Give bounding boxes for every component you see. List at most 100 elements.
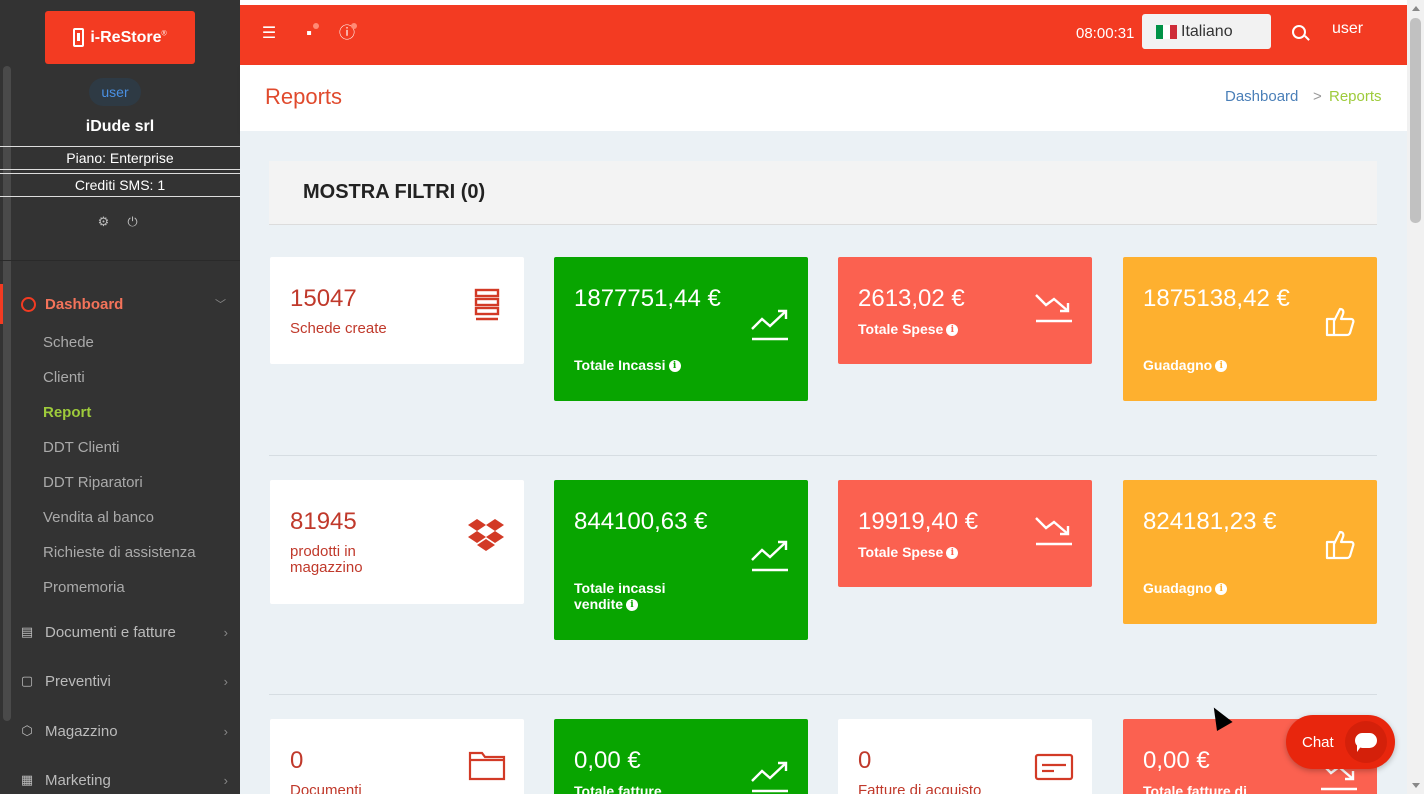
stat-card-totale-incassi-vendite: 844100,63 € Totale incassi vendite i	[554, 480, 808, 640]
stat-label: Totale fatture di	[1143, 783, 1247, 794]
scroll-up-arrow-icon[interactable]	[1412, 6, 1420, 11]
stat-label-row: Totale Spese i	[858, 321, 959, 337]
page-scrollbar[interactable]	[1407, 0, 1424, 794]
stat-value: 0	[858, 747, 872, 774]
search-icon[interactable]	[1292, 25, 1306, 39]
trend-up-icon	[751, 540, 788, 572]
row-divider	[269, 694, 1377, 695]
info-icon[interactable]: i	[946, 547, 959, 560]
stat-label: Totale Incassi	[574, 357, 666, 373]
stat-card-totale-fatture: 0,00 € Totale fatture	[554, 719, 808, 794]
list-icon	[474, 288, 500, 321]
stat-card-guadagno: 1875138,42 € Guadagno i	[1123, 257, 1377, 401]
stat-label-row: Totale Incassi i	[574, 357, 681, 373]
stat-value: 0,00 €	[1143, 747, 1210, 774]
chevron-right-icon: ›	[223, 673, 228, 689]
stat-value: 19919,40 €	[858, 508, 979, 535]
chat-label: Chat	[1302, 734, 1334, 751]
sidebar-subitem-ddt-riparatori[interactable]: DDT Riparatori	[43, 474, 143, 491]
stat-card-schede: 15047 Schede create	[270, 257, 524, 364]
thumbs-up-icon	[1325, 530, 1355, 560]
language-label: Italiano	[1181, 22, 1233, 40]
chevron-right-icon: ›	[223, 723, 228, 739]
logo-button[interactable]: i-ReStore®	[45, 11, 195, 64]
invoice-icon	[1034, 753, 1074, 781]
sidebar-item-preventivi[interactable]: ▢ Preventivi ›	[0, 666, 240, 696]
breadcrumb-reports: Reports	[1329, 88, 1382, 105]
breadcrumb-separator: >	[1313, 88, 1322, 105]
chevron-right-icon: ›	[223, 624, 228, 640]
stat-value: 844100,63 €	[574, 508, 708, 535]
stat-label: Totale fatture	[574, 783, 662, 794]
box-icon: ⬡	[21, 723, 33, 738]
language-select[interactable]: Italiano	[1142, 14, 1271, 49]
stat-label: Guadagno	[1143, 580, 1213, 596]
stat-card-prodotti: 81945 prodotti in magazzino	[270, 480, 524, 604]
sidebar-item-marketing[interactable]: ▦ Marketing ›	[0, 765, 240, 794]
sidebar-item-magazzino[interactable]: ⬡ Magazzino ›	[0, 716, 240, 746]
dropbox-icon	[468, 519, 504, 551]
page-title: Reports	[265, 84, 343, 109]
menu-icon[interactable]: ☰	[260, 25, 278, 43]
sidebar-subitem-vendita-al-banco[interactable]: Vendita al banco	[43, 509, 154, 526]
sidebar-subitem-richieste-assistenza[interactable]: Richieste di assistenza	[43, 544, 196, 561]
main-content: MOSTRA FILTRI (0) 15047 Schede create 18…	[240, 131, 1407, 794]
info-icon[interactable]: i	[1215, 360, 1228, 373]
sidebar-subitem-clienti[interactable]: Clienti	[43, 369, 85, 386]
sms-credits-label: Crediti SMS: 1	[0, 173, 240, 197]
stat-label: Schede create	[290, 320, 387, 337]
clock: 08:00:31	[1076, 25, 1135, 42]
document-icon: ▤	[20, 624, 34, 639]
user-avatar[interactable]: user	[1332, 20, 1363, 38]
scrollbar-thumb[interactable]	[1410, 18, 1421, 223]
stat-card-documenti: 0 Documenti	[270, 719, 524, 794]
info-icon[interactable]: i	[668, 360, 681, 373]
chevron-down-icon: ﹀	[215, 299, 226, 311]
stat-card-fatture-acquisto: 0 Fatture di acquisto	[838, 719, 1092, 794]
page-header: Reports Dashboard > Reports	[240, 65, 1407, 131]
sidebar-subitem-ddt-clienti[interactable]: DDT Clienti	[43, 439, 119, 456]
chevron-right-icon: ›	[223, 772, 228, 788]
stat-label: prodotti in magazzino	[290, 543, 363, 576]
scroll-down-arrow-icon[interactable]	[1412, 783, 1420, 788]
stat-label: Totale Spese	[858, 321, 944, 337]
chat-widget-button[interactable]: Chat	[1286, 715, 1395, 769]
sidebar-item-dashboard[interactable]: Dashboard ﹀	[0, 284, 240, 324]
avatar[interactable]: user	[89, 78, 141, 106]
trend-up-icon	[751, 761, 788, 793]
stat-label-row: Guadagno i	[1143, 357, 1228, 373]
newspaper-icon: ▦	[20, 772, 34, 787]
stat-value: 1875138,42 €	[1143, 285, 1290, 312]
stat-value: 0,00 €	[574, 747, 641, 774]
filters-toggle[interactable]: MOSTRA FILTRI (0)	[269, 161, 1377, 225]
sidebar-subitem-report[interactable]: Report	[43, 404, 91, 421]
info-icon[interactable]: i	[1215, 583, 1228, 596]
sidebar-item-label: Preventivi	[45, 672, 111, 690]
info-icon[interactable]: i	[946, 324, 959, 337]
sidebar-subitem-promemoria[interactable]: Promemoria	[43, 579, 125, 596]
sidebar-divider	[0, 260, 240, 261]
stat-value: 81945	[290, 508, 357, 535]
plan-label: Piano: Enterprise	[0, 146, 240, 170]
dashboard-gauge-icon	[21, 296, 36, 312]
gear-icon[interactable]: ⚙	[97, 215, 110, 228]
sidebar-item-label: Dashboard	[45, 295, 124, 313]
info-icon[interactable]: i	[626, 599, 639, 612]
sidebar-item-documenti[interactable]: ▤ Documenti e fatture ›	[0, 617, 240, 647]
stat-label-row: Guadagno i	[1143, 580, 1228, 596]
power-icon[interactable]: ⏻	[126, 215, 139, 228]
stat-label: Fatture di acquisto	[858, 782, 982, 794]
notification-dot	[351, 23, 357, 29]
top-bar: ☰ ▪ ⓘ 08:00:31 Italiano user	[240, 5, 1407, 65]
clipboard-icon: ▢	[20, 673, 34, 688]
logo-registered: ®	[161, 30, 167, 38]
notification-dot	[313, 23, 319, 29]
sidebar-item-label: Magazzino	[45, 722, 118, 740]
sidebar-subitem-schede[interactable]: Schede	[43, 334, 94, 351]
stat-value: 824181,23 €	[1143, 508, 1277, 535]
row-divider	[269, 455, 1377, 456]
trend-down-icon	[1035, 517, 1072, 546]
filters-label: MOSTRA FILTRI (0)	[303, 181, 486, 203]
breadcrumb-dashboard[interactable]: Dashboard	[1225, 88, 1298, 105]
stat-value: 2613,02 €	[858, 285, 965, 312]
